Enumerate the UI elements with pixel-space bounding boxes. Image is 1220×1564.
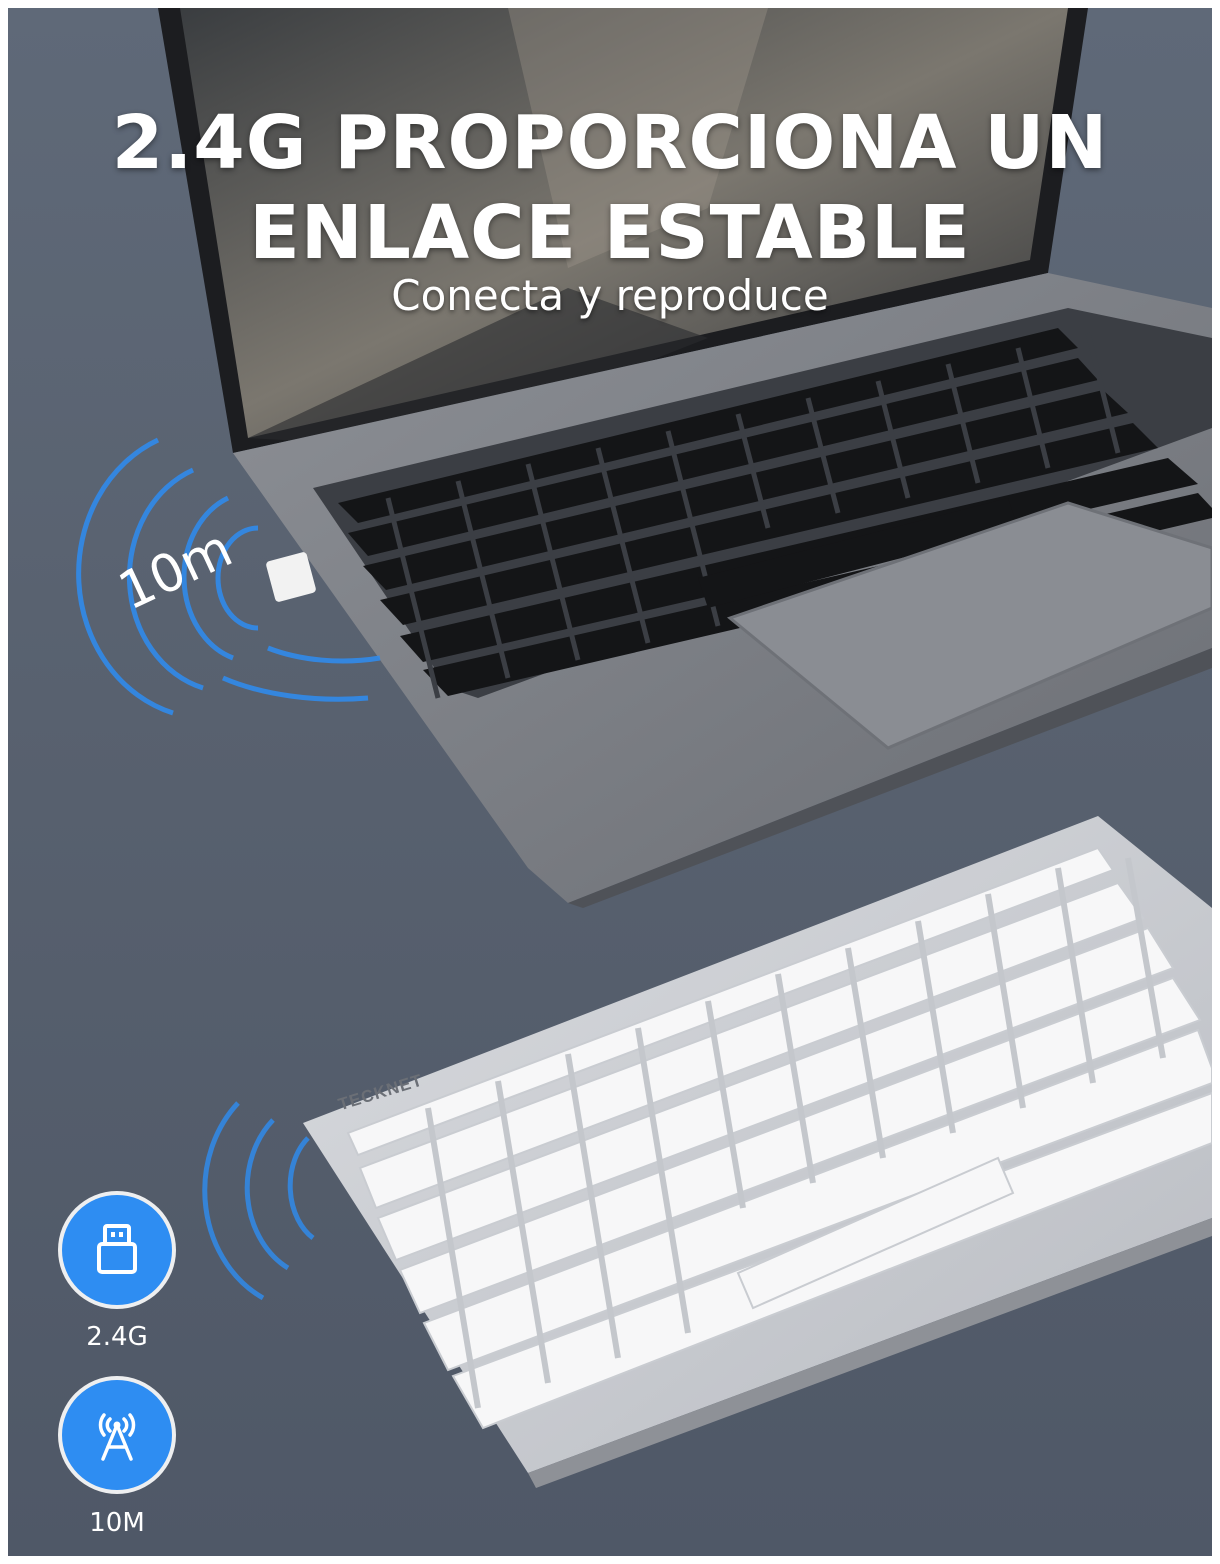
headline: 2.4G PROPORCIONA UN ENLACE ESTABLE — [0, 98, 1220, 278]
signal-tower-icon — [62, 1380, 172, 1490]
subtitle: Conecta y reproduce — [391, 271, 829, 320]
usb-dongle-icon — [62, 1195, 172, 1305]
keyboard-signal-waves — [202, 1101, 315, 1301]
feature-label-2-4g: 2.4G — [86, 1322, 148, 1352]
feature-label-10m: 10M — [89, 1508, 145, 1538]
headline-line-2: ENLACE ESTABLE — [249, 190, 971, 276]
headline-line-1: 2.4G PROPORCIONA UN — [111, 100, 1109, 186]
